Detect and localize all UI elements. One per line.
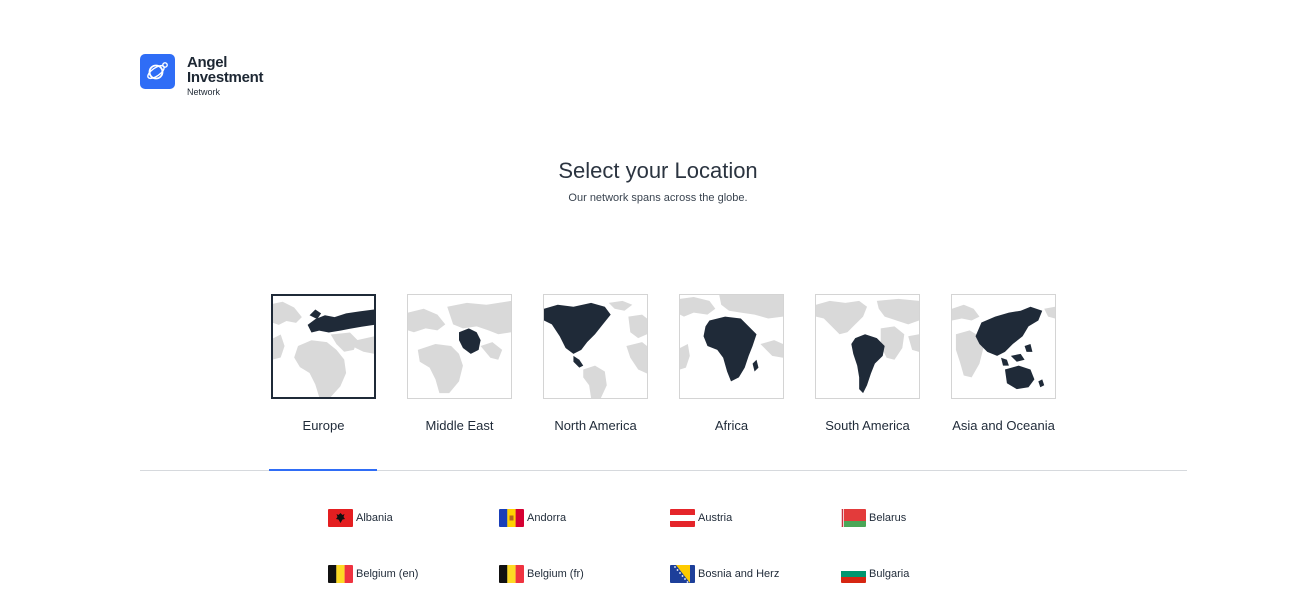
brand-name-line2: Investment [187,69,264,86]
country-albania[interactable]: Albania [328,509,393,527]
brand-icon [140,54,175,89]
page-subtitle: Our network spans across the globe. [568,192,748,204]
africa-map-icon [679,294,784,399]
region-label: Middle East [425,418,494,433]
belgium-flag-icon [328,565,353,583]
country-bulgaria[interactable]: Bulgaria [841,565,909,583]
north-america-map-icon [543,294,648,399]
belgium-flag-icon [499,565,524,583]
brand-name-line3: Network [187,87,221,97]
region-asia-oceania[interactable]: Asia and Oceania [951,294,1056,433]
region-selector: Europe Middle East North America Africa … [271,294,1056,433]
region-africa[interactable]: Africa [679,294,784,433]
region-label: Asia and Oceania [952,418,1055,433]
page-heading: Select your Location Our network spans a… [0,158,1316,204]
country-bosnia[interactable]: Bosnia and Herz [670,565,779,583]
region-label: South America [825,418,910,433]
region-north-america[interactable]: North America [543,294,648,433]
country-name: Bulgaria [869,568,910,580]
brand-logo[interactable]: Angel Investment Network [140,54,264,97]
region-label: Africa [714,418,749,433]
country-name: Albania [356,512,393,524]
austria-flag-icon [670,509,695,527]
brand-name-line1: Angel [187,54,228,71]
country-belgium-en[interactable]: Belgium (en) [328,565,418,583]
asia-oceania-map-icon [951,294,1056,399]
andorra-flag-icon [499,509,524,527]
page-title: Select your Location [558,158,758,183]
region-middle-east[interactable]: Middle East [407,294,512,433]
country-name: Bosnia and Herz [698,568,780,580]
europe-map-icon [271,294,376,399]
region-label: North America [554,418,637,433]
albania-flag-icon [328,509,353,527]
bosnia-flag-icon [670,565,695,583]
region-europe[interactable]: Europe [271,294,376,433]
region-label: Europe [302,418,345,433]
south-america-map-icon [815,294,920,399]
country-name: Belgium (fr) [527,568,584,580]
bulgaria-flag-icon [841,565,866,583]
country-name: Andorra [527,512,567,524]
country-name: Belarus [869,512,907,524]
country-name: Austria [698,512,733,524]
middle-east-map-icon [407,294,512,399]
country-belarus[interactable]: Belarus [841,509,906,527]
country-belgium-fr[interactable]: Belgium (fr) [499,565,584,583]
belarus-flag-icon [841,509,866,527]
region-south-america[interactable]: South America [815,294,920,433]
country-andorra[interactable]: Andorra [499,509,566,527]
country-austria[interactable]: Austria [670,509,732,527]
country-name: Belgium (en) [356,568,419,580]
active-tab-indicator [269,469,377,471]
